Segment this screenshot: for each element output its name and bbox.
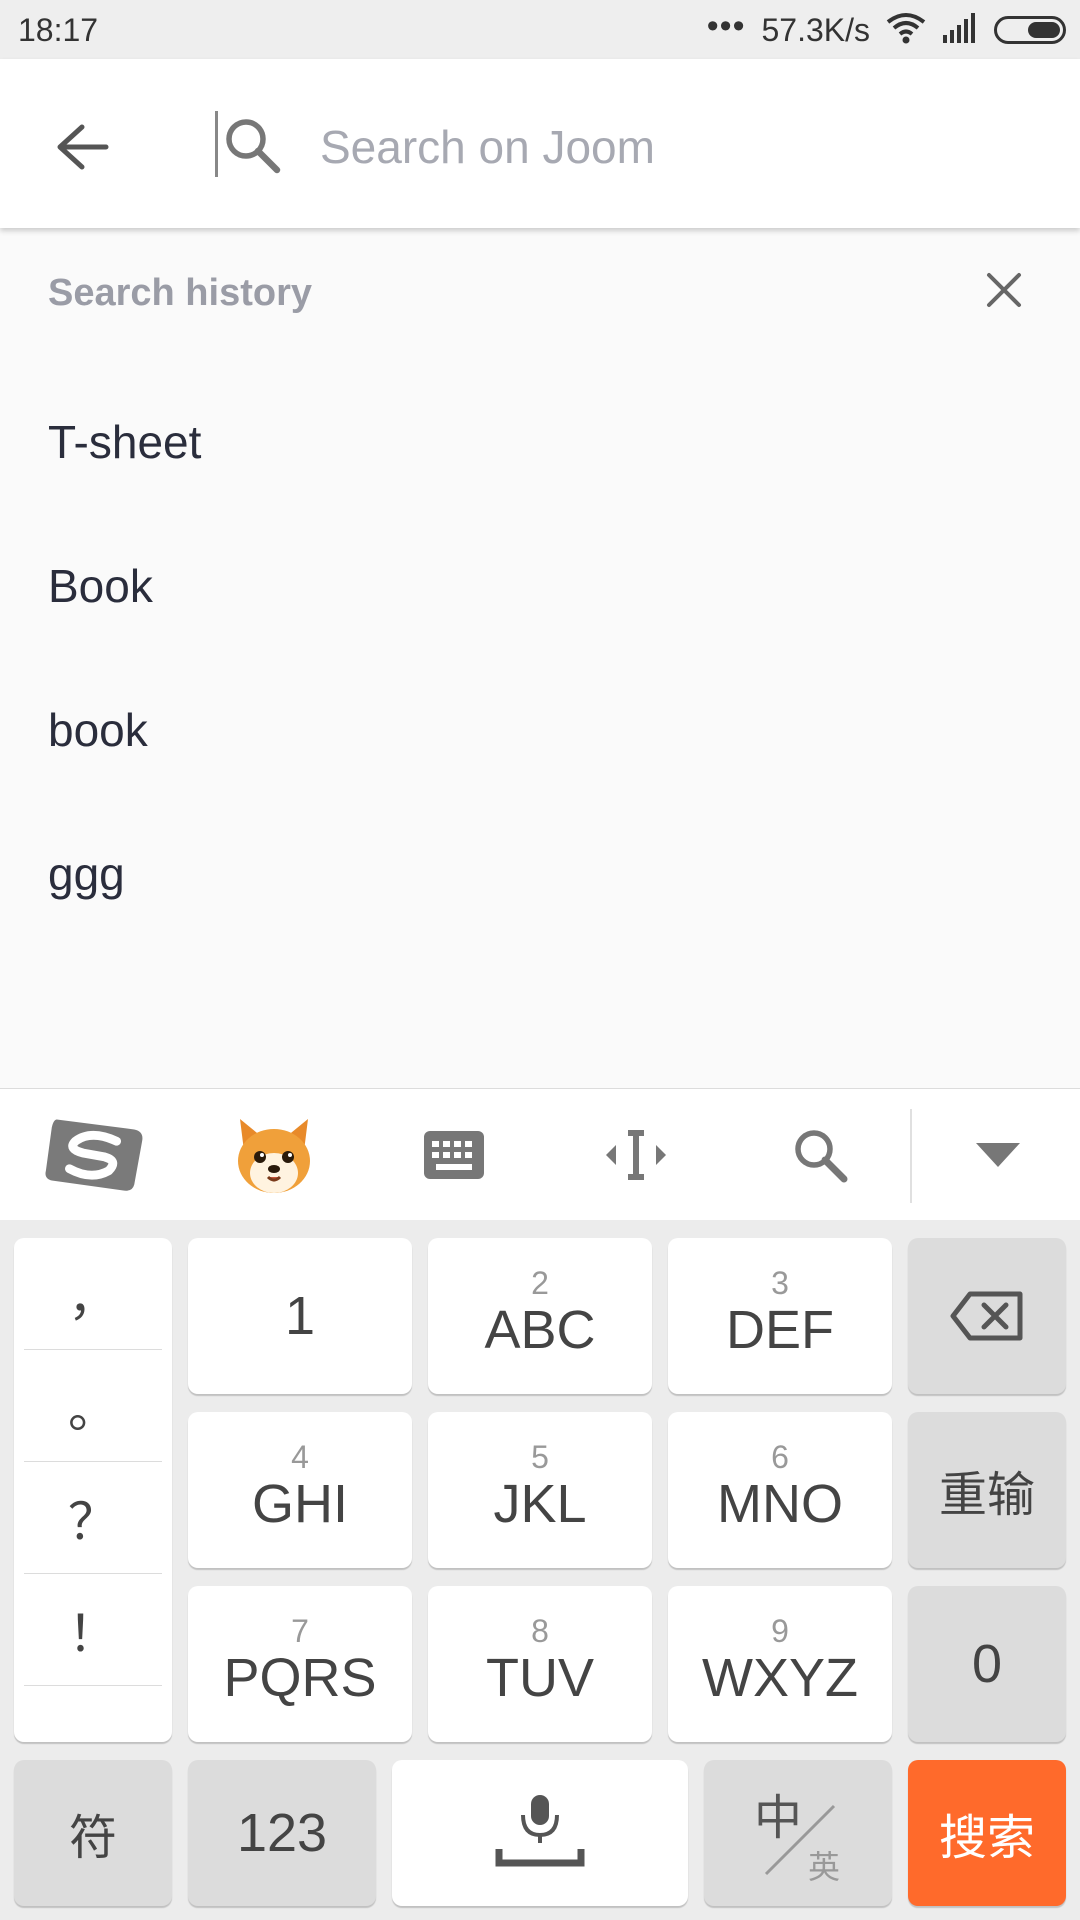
- chevron-down-icon: [976, 1143, 1020, 1167]
- close-icon: [987, 273, 1021, 307]
- search-icon: [222, 115, 282, 175]
- search-history-header: Search history: [0, 228, 1080, 358]
- reenter-key[interactable]: 重输: [908, 1412, 1066, 1568]
- history-item[interactable]: T-sheet: [0, 370, 1080, 514]
- search-submit-key[interactable]: 搜索: [908, 1760, 1066, 1906]
- text-cursor: [215, 111, 218, 177]
- history-item[interactable]: book: [0, 658, 1080, 802]
- punctuation-column: ， 。 ？ ！: [14, 1238, 172, 1742]
- punctuation-key[interactable]: ，: [24, 1238, 162, 1350]
- punctuation-key[interactable]: ？: [24, 1462, 162, 1574]
- back-button[interactable]: [46, 111, 118, 183]
- backspace-icon: [950, 1291, 1023, 1341]
- key-4-ghi[interactable]: 4 GHI: [188, 1412, 412, 1568]
- keyboard-switch-button[interactable]: [408, 1109, 500, 1201]
- key-2-abc[interactable]: 2 ABC: [428, 1238, 652, 1394]
- key-3-def[interactable]: 3 DEF: [668, 1238, 892, 1394]
- search-app-bar: [0, 59, 1080, 228]
- status-indicators: ••• 57.3K/s: [707, 8, 1066, 52]
- keyboard-toolbar: [0, 1088, 1080, 1220]
- keyboard-search-button[interactable]: [774, 1109, 866, 1201]
- search-input[interactable]: [320, 111, 1020, 183]
- microphone-icon: [495, 1795, 585, 1867]
- toolbar-divider: [910, 1109, 912, 1203]
- cursor-move-button[interactable]: [590, 1109, 682, 1201]
- search-history-title: Search history: [48, 272, 312, 314]
- collapse-keyboard-button[interactable]: [952, 1109, 1044, 1201]
- language-switch-key[interactable]: 中 英: [704, 1760, 892, 1906]
- symbols-key[interactable]: 符: [14, 1760, 172, 1906]
- space-voice-key[interactable]: [392, 1760, 688, 1906]
- key-7-pqrs[interactable]: 7 PQRS: [188, 1586, 412, 1742]
- fox-emoji-icon: [238, 1119, 310, 1193]
- search-history-list: T-sheet Book book ggg: [0, 370, 1080, 946]
- cursor-move-icon: [606, 1130, 666, 1180]
- punctuation-key[interactable]: ！: [24, 1574, 162, 1686]
- keyboard-icon: [424, 1131, 484, 1179]
- sogou-logo-button[interactable]: [40, 1109, 148, 1201]
- arrow-left-icon: [57, 124, 109, 170]
- history-item[interactable]: ggg: [0, 802, 1080, 946]
- network-speed: 57.3K/s: [761, 11, 870, 48]
- wifi-icon: [886, 12, 926, 49]
- clear-history-button[interactable]: [976, 262, 1032, 318]
- t9-keyboard: ， 。 ？ ！ 1 2 ABC 3 DEF 4 GHI 5 JKL 6 MNO …: [0, 1220, 1080, 1920]
- lang-sub-label: 英: [808, 1849, 841, 1885]
- signal-icon: [942, 12, 978, 48]
- key-1[interactable]: 1: [188, 1238, 412, 1394]
- numbers-key[interactable]: 123: [188, 1760, 376, 1906]
- status-time: 18:17: [18, 12, 99, 48]
- search-icon: [795, 1130, 848, 1183]
- key-0[interactable]: 0: [908, 1586, 1066, 1742]
- key-9-wxyz[interactable]: 9 WXYZ: [668, 1586, 892, 1742]
- key-6-mno[interactable]: 6 MNO: [668, 1412, 892, 1568]
- punctuation-key[interactable]: 。: [24, 1350, 162, 1462]
- notification-dots: •••: [706, 7, 746, 45]
- battery-icon: [994, 16, 1066, 44]
- emoji-button[interactable]: [222, 1109, 326, 1201]
- status-bar: 18:17 ••• 57.3K/s: [0, 0, 1080, 59]
- sogou-logo-icon: [45, 1119, 143, 1191]
- history-item[interactable]: Book: [0, 514, 1080, 658]
- key-8-tuv[interactable]: 8 TUV: [428, 1586, 652, 1742]
- backspace-key[interactable]: [908, 1238, 1066, 1394]
- key-5-jkl[interactable]: 5 JKL: [428, 1412, 652, 1568]
